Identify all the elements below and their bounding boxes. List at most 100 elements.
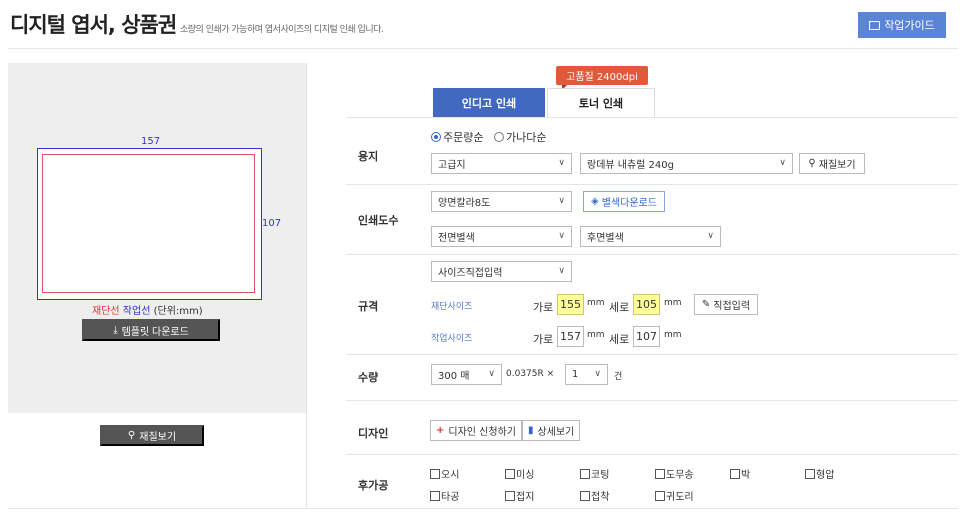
guide-button[interactable]: 작업가이드: [858, 12, 946, 38]
paper-stock-value: 랑데뷰 내츄럴 240g: [587, 160, 674, 171]
checkbox-post[interactable]: 타공: [430, 488, 459, 503]
row-divider: [346, 354, 958, 355]
paper-view-button-left[interactable]: ⚲ 재질보기: [100, 425, 204, 446]
qty-select[interactable]: 300 매 ∨: [431, 364, 502, 385]
chevron-down-icon: ∨: [558, 158, 565, 168]
checkbox-box: [580, 468, 590, 479]
radio-alpha-label: 가나다순: [506, 131, 547, 144]
legend-unit: (단위:mm): [153, 306, 203, 317]
checkbox-label: 오시: [441, 470, 460, 481]
chevron-down-icon: ∨: [707, 231, 714, 241]
chevron-down-icon: ∨: [558, 231, 565, 241]
size-mode-value: 사이즈직접입력: [438, 268, 503, 279]
checkbox-post[interactable]: 도무송: [655, 466, 694, 481]
row-divider: [346, 254, 958, 255]
cut-width-input[interactable]: 155: [557, 294, 584, 315]
size-mode-select[interactable]: 사이즈직접입력 ∨: [431, 261, 572, 282]
tab-indigo[interactable]: 인디고 인쇄: [433, 88, 545, 117]
row-divider: [346, 454, 958, 455]
image-icon: [869, 20, 881, 30]
back-spot-select[interactable]: 후면별색 ∨: [580, 226, 721, 247]
checkbox-label: 접착: [591, 492, 610, 503]
radio-dot-on: [431, 132, 441, 142]
paper-type-select[interactable]: 고급지 ∨: [431, 153, 572, 174]
work-width-input[interactable]: 157: [557, 326, 584, 347]
template-download-button[interactable]: ⤓ 템플릿 다운로드: [82, 319, 220, 341]
print-color-select[interactable]: 양면칼라8도 ∨: [431, 191, 572, 212]
paper-view-button[interactable]: ⚲ 재질보기: [799, 153, 865, 174]
paper-label: 용지: [358, 150, 379, 163]
work-height-label: 107: [262, 218, 282, 229]
checkbox-post[interactable]: 접지: [505, 488, 534, 503]
radio-dot-off: [494, 132, 504, 142]
size-label: 규격: [358, 300, 379, 313]
checkbox-box: [505, 468, 515, 479]
design-detail-button[interactable]: ▮ 상세보기: [522, 420, 581, 441]
qty-label: 수량: [358, 371, 379, 384]
row-divider: [346, 184, 958, 185]
legend-cut: 재단선: [92, 306, 120, 317]
header-divider: [8, 48, 958, 49]
front-spot-select[interactable]: 전면별색 ∨: [431, 226, 572, 247]
chevron-down-icon: ∨: [779, 158, 786, 168]
work-width-label: 157: [141, 136, 161, 147]
design-apply-label: 디자인 신청하기: [448, 427, 516, 438]
search-icon: ⚲: [808, 158, 816, 169]
checkbox-post[interactable]: 귀도리: [655, 488, 694, 503]
design-apply-button[interactable]: + 디자인 신청하기: [430, 420, 522, 441]
qty-unit: 건: [614, 372, 623, 382]
checkbox-post[interactable]: 박: [730, 466, 750, 481]
checkbox-post[interactable]: 오시: [430, 466, 459, 481]
checkbox-label: 박: [741, 470, 751, 481]
checkbox-box: [805, 468, 815, 479]
bookmark-icon: ▮: [528, 425, 534, 436]
radio-alpha[interactable]: 가나다순: [494, 129, 546, 145]
back-spot-value: 후면별색: [587, 233, 624, 244]
template-download-label: 템플릿 다운로드: [121, 326, 189, 338]
cut-height-label: 세로: [609, 301, 630, 314]
spot-download-label: 별색다운로드: [601, 198, 657, 209]
checkbox-box: [430, 468, 440, 479]
paper-view-label: 재질보기: [818, 160, 856, 171]
checkbox-box: [655, 468, 665, 479]
checkbox-label: 타공: [441, 492, 460, 503]
quality-badge: 고품질 2400dpi: [556, 66, 648, 90]
search-icon: ⚲: [127, 430, 136, 441]
cut-line-box: [42, 154, 255, 293]
panel-divider: [306, 63, 307, 508]
page-subtitle: 소량의 인쇄가 가능하며 엽서사이즈의 디지털 인쇄 입니다.: [180, 25, 384, 35]
tab-toner[interactable]: 토너 인쇄: [547, 88, 655, 117]
checkbox-post[interactable]: 코팅: [580, 466, 609, 481]
count-select[interactable]: 1 ∨: [565, 364, 608, 385]
checkbox-post[interactable]: 미싱: [505, 466, 534, 481]
checkbox-label: 접지: [516, 492, 535, 503]
guide-button-label: 작업가이드: [884, 20, 935, 32]
direct-input-label: 직접입력: [713, 301, 751, 312]
bottom-divider: [8, 508, 958, 509]
work-size-label: 작업사이즈: [431, 334, 473, 344]
checkbox-label: 미싱: [516, 470, 535, 481]
checkbox-box: [655, 490, 665, 501]
design-detail-label: 상세보기: [537, 427, 575, 438]
work-width-label-text: 가로: [533, 333, 554, 346]
plus-icon: +: [436, 425, 445, 436]
paper-type-value: 고급지: [438, 160, 466, 171]
work-height-input[interactable]: 107: [633, 326, 660, 347]
download-icon: ⤓: [113, 324, 118, 336]
pencil-icon: ✎: [701, 299, 711, 310]
paper-stock-select[interactable]: 랑데뷰 내츄럴 240g ∨: [580, 153, 793, 174]
radio-popular-label: 주문량순: [443, 131, 484, 144]
unit-mm: mm: [587, 298, 605, 308]
checkbox-box: [580, 490, 590, 501]
spot-download-button[interactable]: ◈ 별색다운로드: [583, 191, 665, 212]
unit-mm: mm: [664, 298, 682, 308]
checkbox-post[interactable]: 형압: [805, 466, 834, 481]
cut-height-input[interactable]: 105: [633, 294, 660, 315]
page: 디지털 엽서, 상품권 소량의 인쇄가 가능하며 엽서사이즈의 디지털 인쇄 입…: [0, 0, 966, 515]
row-divider: [346, 400, 958, 401]
cut-size-label: 재단사이즈: [431, 302, 473, 312]
checkbox-post[interactable]: 접착: [580, 488, 609, 503]
radio-popular[interactable]: 주문량순: [431, 129, 483, 145]
direct-input-button[interactable]: ✎ 직접입력: [694, 294, 758, 315]
layers-icon: ◈: [591, 196, 599, 207]
